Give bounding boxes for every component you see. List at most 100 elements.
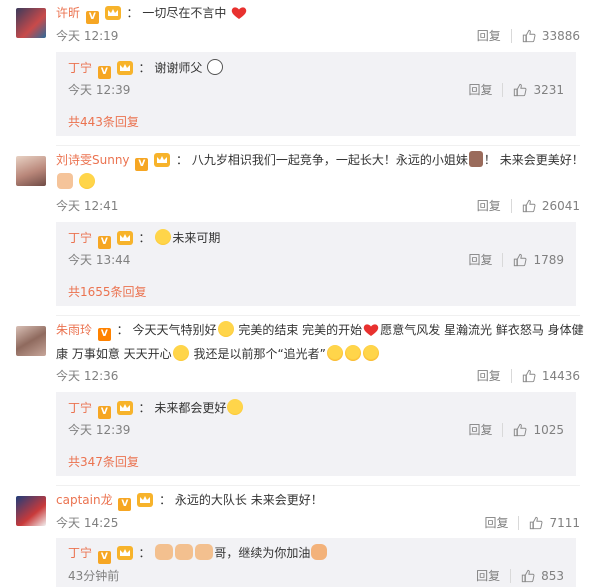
- hug-emoji-icon: [78, 173, 95, 189]
- reply-button[interactable]: 回复: [477, 368, 501, 384]
- handshake-emoji-icon: [175, 544, 194, 560]
- crown-icon: [137, 493, 153, 507]
- like-button[interactable]: 1789: [513, 252, 564, 268]
- more-replies-link[interactable]: 共347条回复: [68, 454, 139, 470]
- reply-button[interactable]: 回复: [468, 82, 492, 98]
- like-count: 14436: [541, 369, 580, 383]
- reply-box: 丁宁 V ： 谢谢师父 今天 12:39 回复 3231 共443条回复: [56, 52, 576, 136]
- more-replies-link[interactable]: 共443条回复: [68, 114, 139, 130]
- reply-button[interactable]: 回复: [484, 515, 508, 531]
- like-count: 1025: [533, 423, 564, 437]
- like-button[interactable]: 14436: [522, 368, 580, 384]
- comment-text: 完美的结束 完美的开始: [238, 323, 363, 337]
- comment-item: 许昕 V ： 一切尽在不言中 今天 12:19 回复 33886 丁宁 V ： …: [0, 0, 592, 145]
- comment-item: 朱雨玲 V ： 今天天气特别好 完美的结束 完美的开始 愿意气风发 星瀚流光 鲜衣…: [0, 318, 592, 488]
- comment-separator: ：: [116, 323, 129, 337]
- like-button[interactable]: 7111: [529, 515, 580, 531]
- comment-author[interactable]: 朱雨玲: [56, 323, 92, 337]
- action-divider: [510, 369, 512, 383]
- avatar[interactable]: [16, 8, 46, 38]
- comment-text-tail: ！ 未来会更美好！: [483, 153, 584, 167]
- thumbs-up-icon: [529, 516, 543, 530]
- crown-icon: [117, 546, 133, 560]
- action-divider: [518, 516, 520, 530]
- thumbs-up-icon: [522, 369, 536, 383]
- comment-text: 康 万事如意 天天开心: [56, 347, 172, 361]
- like-count: 3231: [533, 83, 564, 97]
- reply-author[interactable]: 丁宁: [68, 61, 92, 75]
- comment-text: 愿意气风发 星瀚流光 鲜衣怒马 身体健: [380, 323, 584, 337]
- hug-emoji-icon: [227, 399, 244, 415]
- comment-item: 刘诗雯Sunny V ： 八九岁相识我们一起竞争，一起长大！永远的小姐妹 ！ 未来…: [0, 148, 592, 318]
- action-divider: [502, 83, 504, 97]
- like-button[interactable]: 1025: [513, 422, 564, 438]
- action-divider: [510, 199, 512, 213]
- like-button[interactable]: 3231: [513, 82, 564, 98]
- like-count: 7111: [549, 516, 580, 530]
- reply-button[interactable]: 回复: [468, 422, 492, 438]
- love-hand-emoji-icon: [57, 173, 73, 189]
- like-count: 853: [541, 569, 564, 583]
- reply-text: 谢谢师父: [154, 61, 203, 75]
- thumbs-up-icon: [513, 253, 527, 267]
- comment-text: 八九岁相识我们一起竞争，一起长大！永远的小姐妹: [191, 153, 468, 167]
- hug-emoji-icon: [155, 229, 172, 245]
- reply-time: 今天 12:39: [68, 83, 131, 97]
- reply-text: 哥，继续为你加油: [214, 546, 311, 560]
- comment-author[interactable]: 许昕: [56, 6, 80, 20]
- crown-icon: [105, 6, 121, 20]
- reply-time: 43分钟前: [68, 569, 120, 583]
- reply-button[interactable]: 回复: [477, 28, 501, 44]
- avatar[interactable]: [16, 156, 46, 186]
- reply-separator: ：: [138, 231, 151, 245]
- like-button[interactable]: 26041: [522, 198, 580, 214]
- fist-emoji-icon: [311, 544, 328, 560]
- reply-author[interactable]: 丁宁: [68, 231, 92, 245]
- comment-text: 一切尽在不言中: [142, 6, 227, 20]
- more-replies-link[interactable]: 共1655条回复: [68, 284, 147, 300]
- panda-emoji-icon: [207, 59, 224, 75]
- avatar[interactable]: [16, 496, 46, 526]
- avatar[interactable]: [16, 326, 46, 356]
- thumbs-up-icon: [513, 83, 527, 97]
- reply-author[interactable]: 丁宁: [68, 546, 92, 560]
- comment-author[interactable]: 刘诗雯Sunny: [56, 153, 130, 167]
- comment-item: captain龙 V ： 永远的大队长 未来会更好！ 今天 14:25 回复 7…: [0, 488, 592, 587]
- comment-divider: [56, 145, 580, 146]
- verified-icon: V: [135, 158, 149, 171]
- thumbs-up-icon: [522, 199, 536, 213]
- cry-emoji-icon: [362, 345, 379, 361]
- comment-time: 今天 14:25: [56, 516, 119, 530]
- smile-emoji-icon: [217, 321, 234, 337]
- reply-button[interactable]: 回复: [476, 568, 500, 584]
- verified-icon: V: [97, 406, 111, 419]
- reply-box: 丁宁 V ： 未来可期 今天 13:44 回复 1789 共1655条回复: [56, 222, 576, 306]
- verified-icon: V: [97, 236, 111, 249]
- comment-separator: ：: [159, 493, 172, 507]
- comment-separator: ：: [176, 153, 189, 167]
- reply-button[interactable]: 回复: [477, 198, 501, 214]
- thumbs-up-icon: [522, 29, 536, 43]
- handshake-emoji-icon: [195, 544, 214, 560]
- comment-time: 今天 12:36: [56, 369, 119, 383]
- cry-emoji-icon: [344, 345, 361, 361]
- reply-separator: ：: [138, 401, 151, 415]
- action-divider: [502, 253, 504, 267]
- like-count: 1789: [533, 253, 564, 267]
- cry-emoji-icon: [326, 345, 343, 361]
- reply-author[interactable]: 丁宁: [68, 401, 92, 415]
- comment-separator: ：: [126, 6, 139, 20]
- crown-icon: [117, 231, 133, 245]
- verified-icon: V: [118, 498, 132, 511]
- reply-text: 未来可期: [172, 231, 221, 245]
- comment-time: 今天 12:19: [56, 29, 119, 43]
- comment-text: 今天天气特别好: [132, 323, 217, 337]
- like-count: 26041: [541, 199, 580, 213]
- reply-separator: ：: [138, 546, 151, 560]
- comment-author[interactable]: captain龙: [56, 493, 113, 507]
- like-button[interactable]: 33886: [522, 28, 580, 44]
- action-divider: [510, 569, 512, 583]
- heart-emoji-icon: [363, 323, 379, 337]
- like-button[interactable]: 853: [521, 568, 564, 584]
- reply-button[interactable]: 回复: [468, 252, 492, 268]
